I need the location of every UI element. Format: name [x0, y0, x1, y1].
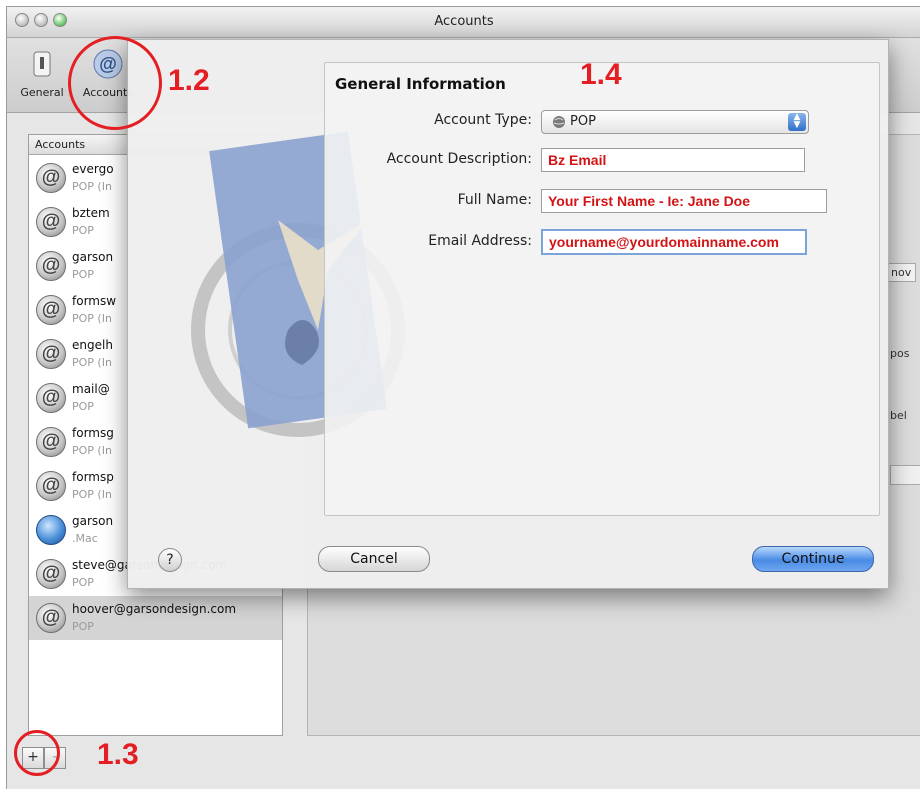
port-label: pos [890, 347, 910, 360]
annotation-circle-accounts [68, 36, 162, 130]
account-description-label: Account Description: [386, 151, 532, 167]
account-type-value: POP [570, 114, 596, 129]
continue-button[interactable]: Continue [752, 546, 874, 572]
globe-icon [553, 116, 565, 128]
account-type: POP [72, 576, 94, 589]
settings-field[interactable] [890, 465, 920, 485]
annotation-label-1-4: 1.4 [580, 58, 622, 91]
title-bar: Accounts [7, 7, 920, 38]
account-type: POP [72, 400, 94, 413]
cancel-button[interactable]: Cancel [318, 546, 430, 572]
window-title: Accounts [434, 14, 494, 29]
pop-account-icon: @ [36, 427, 66, 457]
account-name: formsw [72, 294, 117, 308]
below-label: bel [890, 409, 907, 422]
account-type-select[interactable]: POP ▲ ▼ [541, 110, 809, 134]
full-name-field[interactable]: Your First Name - Ie: Jane Doe [541, 189, 827, 213]
pop-account-icon: @ [36, 559, 66, 589]
toolbar-general-button[interactable]: General [9, 48, 75, 110]
account-type-label: Account Type: [434, 112, 532, 128]
account-type: POP (In [72, 488, 112, 501]
account-name: bztem [72, 206, 110, 220]
account-type: POP [72, 224, 94, 237]
account-name: evergo [72, 162, 114, 176]
email-address-value: yourname@yourdomainname.com [549, 234, 779, 250]
full-name-value: Your First Name - Ie: Jane Doe [548, 193, 751, 209]
account-name: engelh [72, 338, 113, 352]
annotation-label-1-3: 1.3 [97, 738, 139, 771]
account-name: garson [72, 514, 114, 528]
toolbar-general-label: General [20, 86, 64, 99]
help-button[interactable]: ? [158, 548, 182, 572]
account-row[interactable]: @ hoover@garsondesign.com POP [29, 596, 282, 640]
remove-copy-button[interactable]: nov [886, 263, 917, 282]
select-arrows-icon: ▲ ▼ [788, 113, 806, 131]
annotation-circle-add [14, 730, 60, 776]
account-type: POP [72, 268, 94, 281]
email-address-field[interactable]: yourname@yourdomainname.com [541, 229, 807, 255]
section-title: General Information [335, 75, 506, 93]
account-type: POP (In [72, 444, 112, 457]
pop-account-icon: @ [36, 383, 66, 413]
switch-icon [33, 51, 51, 77]
account-type: POP (In [72, 180, 112, 193]
email-address-label: Email Address: [428, 233, 532, 249]
account-description-value: Bz Email [548, 152, 607, 168]
pop-account-icon: @ [36, 163, 66, 193]
annotation-label-1-2: 1.2 [168, 64, 210, 97]
account-type: POP (In [72, 312, 112, 325]
pop-account-icon: @ [36, 251, 66, 281]
account-description-field[interactable]: Bz Email [541, 148, 805, 172]
account-name: garson [72, 250, 114, 264]
mac-account-icon: @ [36, 515, 66, 545]
pop-account-icon: @ [36, 207, 66, 237]
pop-account-icon: @ [36, 471, 66, 501]
new-account-sheet: General Information Account Type: POP ▲ ▼… [127, 39, 889, 589]
account-name: formsg [72, 426, 114, 440]
full-name-label: Full Name: [457, 192, 532, 208]
pop-account-icon: @ [36, 603, 66, 633]
account-name: formsp [72, 470, 114, 484]
account-type: POP [72, 620, 94, 633]
pop-account-icon: @ [36, 295, 66, 325]
account-name: mail@ [72, 382, 110, 396]
pop-account-icon: @ [36, 339, 66, 369]
account-name: hoover@garsondesign.com [72, 602, 237, 616]
account-type: POP (In [72, 356, 112, 369]
account-type: .Mac [72, 532, 98, 545]
preferences-window: Accounts General @ Accounts Accounts @ ev… [6, 6, 920, 789]
